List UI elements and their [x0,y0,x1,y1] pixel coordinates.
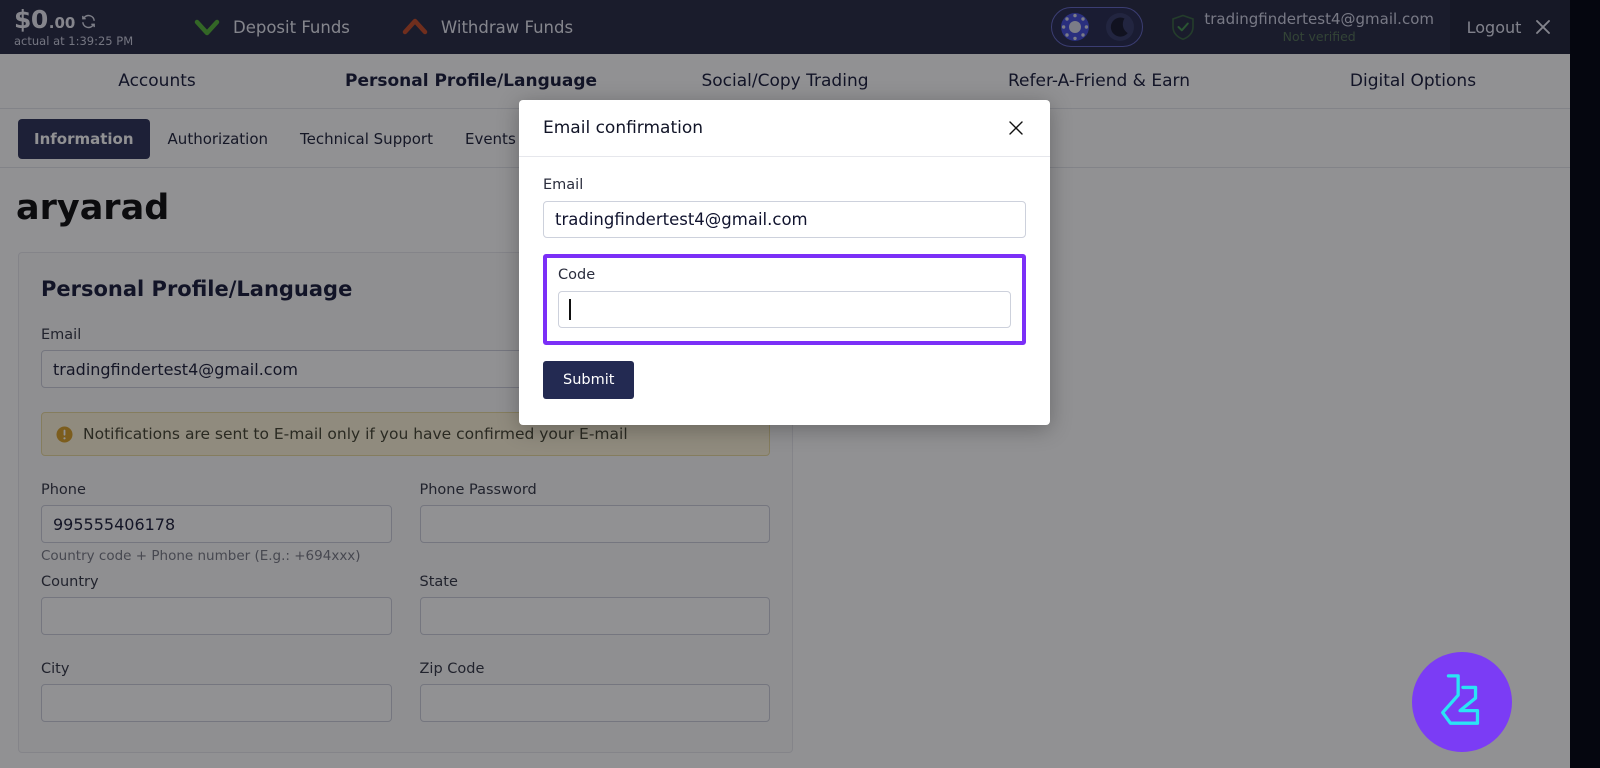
modal-body: Email Code Submit [519,157,1050,425]
chat-support-widget[interactable] [1412,652,1512,752]
modal-email-field-group: Email [543,177,1026,238]
submit-button[interactable]: Submit [543,361,635,399]
modal-title: Email confirmation [543,118,704,138]
screen-root: $0 .00 actual at 1:39:25 PM Deposit Fund… [0,0,1600,768]
chat-support-logo-icon [1433,670,1491,734]
modal-email-label: Email [543,177,584,193]
modal-code-input[interactable] [558,291,1011,328]
browser-viewport: $0 .00 actual at 1:39:25 PM Deposit Fund… [0,0,1570,768]
modal-close-icon[interactable] [1004,116,1028,140]
window-right-gutter [1570,0,1600,768]
modal-code-label: Code [558,267,596,283]
modal-header: Email confirmation [519,100,1050,157]
code-field-highlight-group: Code [543,254,1026,345]
modal-email-input[interactable] [543,201,1026,238]
text-caret [569,299,571,320]
email-confirmation-modal: Email confirmation Email Code [519,100,1050,425]
